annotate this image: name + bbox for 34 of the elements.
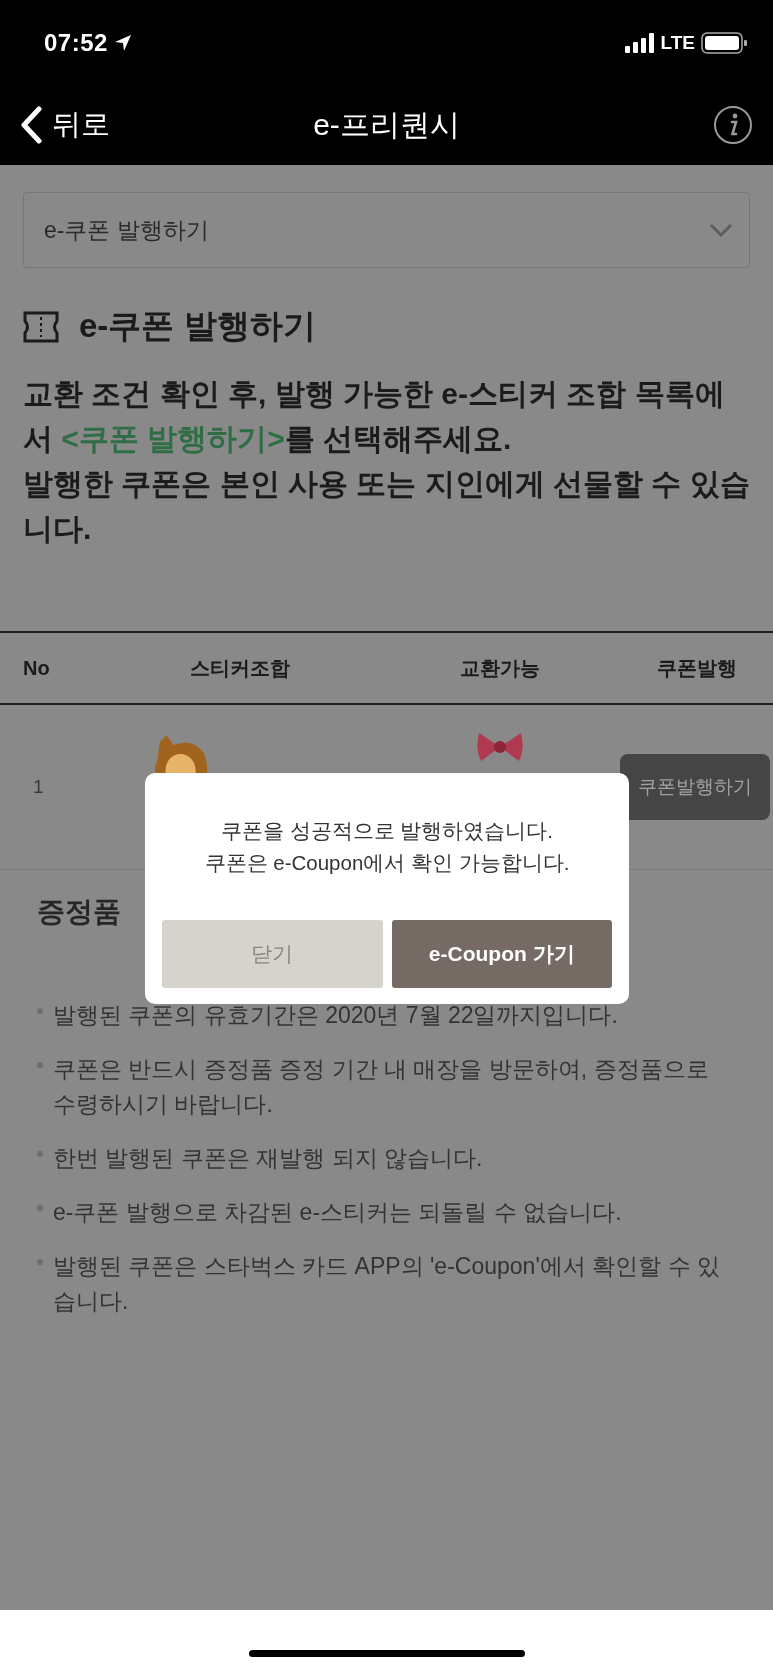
network-label: LTE	[660, 31, 695, 54]
column-header: No	[22, 656, 50, 680]
info-icon[interactable]	[713, 105, 753, 145]
notice-title: 증정품	[37, 895, 122, 929]
issue-coupon-button[interactable]: 쿠폰발행하기	[620, 754, 770, 820]
bullet-dot	[37, 1062, 43, 1068]
column-header: 쿠폰발행	[656, 655, 737, 681]
notice-text: 발행된 쿠폰은 스타벅스 카드 APP의 'e-Coupon'에서 확인할 수 있습니다.	[53, 1252, 721, 1316]
section-title: e-쿠폰 발행하기	[79, 306, 316, 346]
bullet-dot	[37, 1205, 43, 1211]
bullet-dot	[37, 1151, 43, 1157]
signal-icon	[624, 32, 655, 53]
column-header: 스티커조합	[190, 655, 290, 681]
clock-time: 07:52	[44, 28, 108, 57]
column-header: 교환가능	[460, 655, 540, 681]
notice-text: 발행된 쿠폰의 유효기간은 2020년 7월 22일까지입니다.	[53, 1001, 618, 1030]
battery-icon	[701, 31, 747, 54]
section-dropdown[interactable]: e-쿠폰 발행하기	[23, 192, 750, 268]
notice-text: 쿠폰은 반드시 증정품 증정 기간 내 매장을 방문하여, 증정품으로 수령하시기 바랍니다.	[53, 1055, 710, 1119]
instruction-text: 교환 조건 확인 후, 발행 가능한 e-스티커 조합 목록에서 <쿠폰 발행하기>를 선택해주세요. 발행한 쿠폰은 본인 사용 또는 지인에게 선물할 수 있습니다.	[23, 376, 750, 547]
location-arrow-icon	[113, 33, 132, 52]
bullet-dot	[37, 1008, 43, 1014]
close-button[interactable]: 닫기	[162, 920, 383, 988]
notice-text: e-쿠폰 발행으로 차감된 e-스티커는 되돌릴 수 없습니다.	[53, 1198, 622, 1227]
back-chevron-icon	[20, 106, 42, 144]
back-button[interactable]: 뒤로	[20, 105, 110, 145]
chevron-down-icon	[709, 223, 733, 237]
row-number: 1	[32, 776, 45, 798]
bullet-dot	[37, 1259, 43, 1265]
ticket-icon	[23, 310, 59, 343]
notice-text: 한번 발행된 쿠폰은 재발행 되지 않습니다.	[53, 1144, 483, 1173]
dialog-message: 쿠폰을 성공적으로 발행하였습니다. 쿠폰은 e-Coupon에서 확인 가능합니다.	[204, 818, 570, 876]
screen-title: e-프리퀀시	[313, 107, 460, 141]
go-to-coupon-button[interactable]: e-Coupon 가기	[391, 920, 612, 988]
